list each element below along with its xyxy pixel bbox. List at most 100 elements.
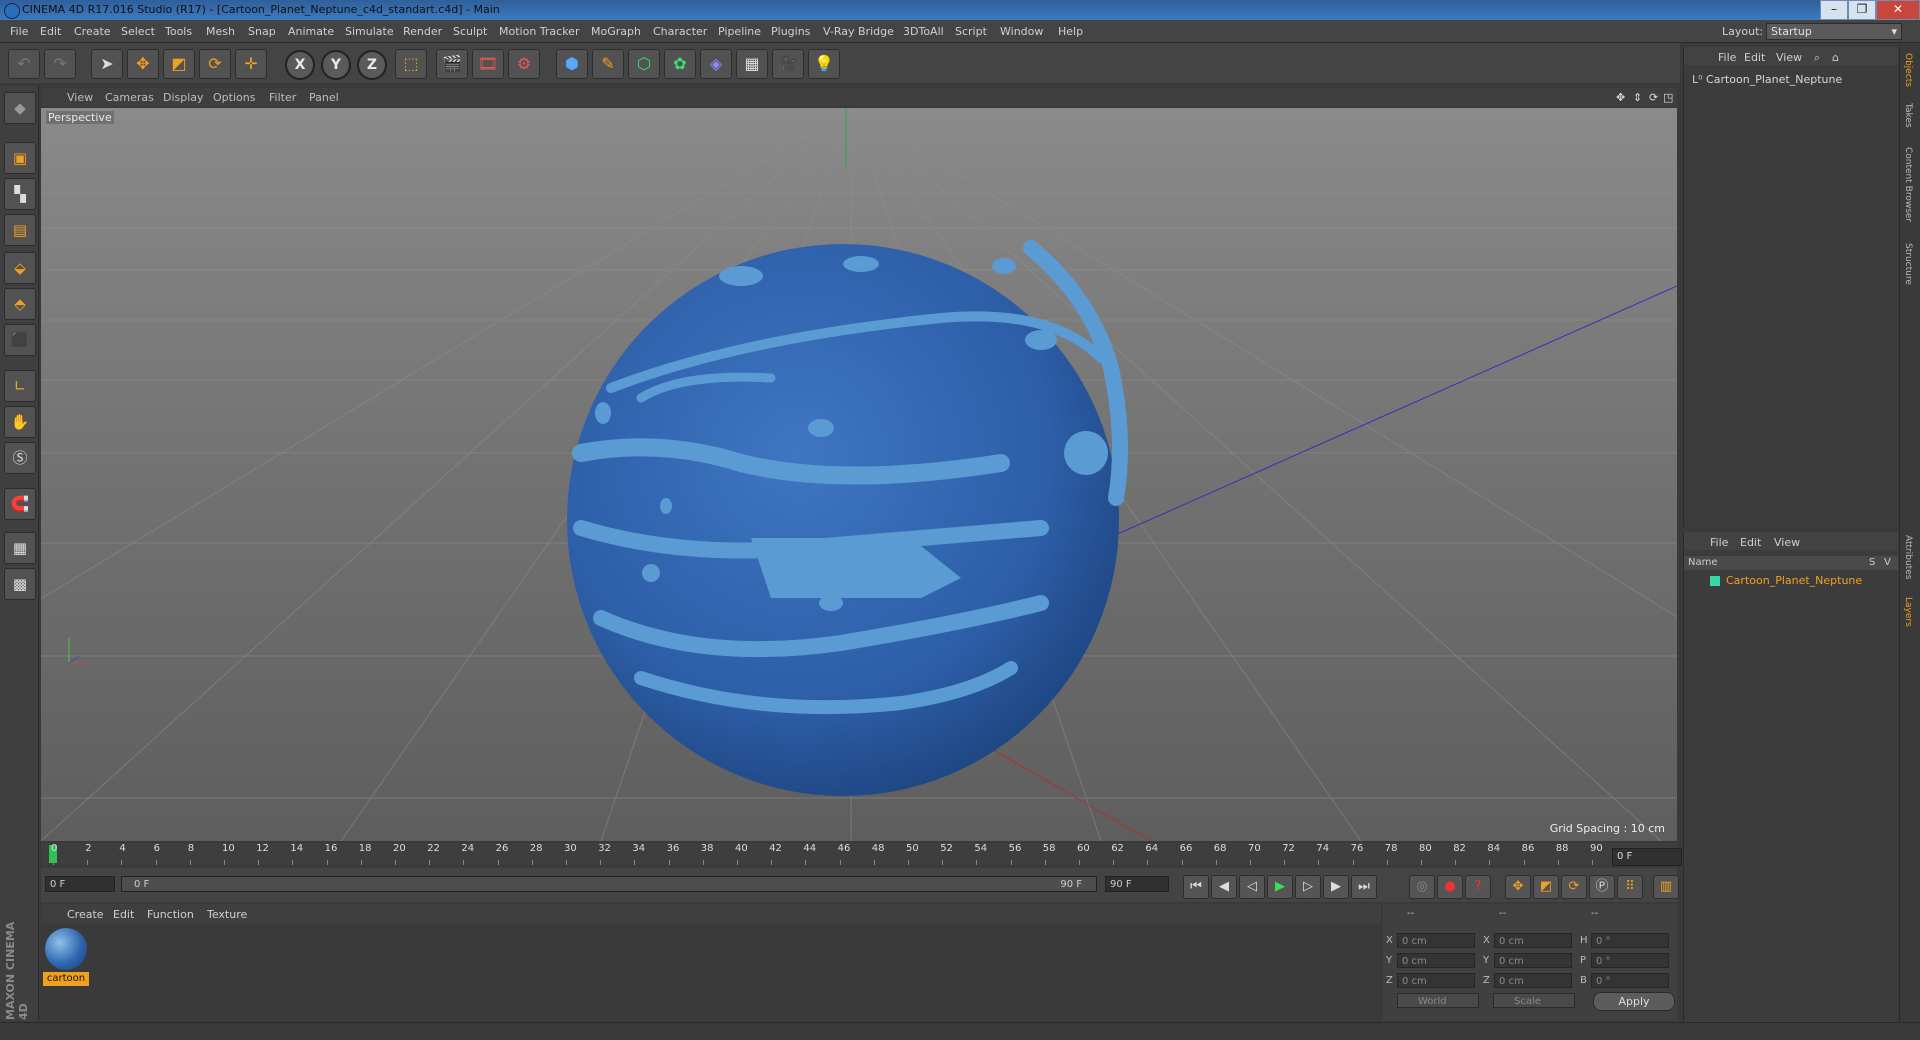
menu-edit[interactable]: Edit — [40, 25, 61, 38]
size-x-field[interactable]: 0 cm — [1494, 933, 1572, 948]
tab-structure[interactable]: Structure — [1903, 243, 1913, 285]
tab-content-browser[interactable]: Content Browser — [1903, 147, 1913, 222]
next-frame-icon[interactable]: ▷ — [1295, 875, 1321, 899]
rot-h-field[interactable]: 0 ° — [1591, 933, 1669, 948]
light-icon[interactable]: 💡 — [808, 49, 840, 79]
y-axis-lock-icon[interactable]: Y — [321, 50, 351, 80]
menu-script[interactable]: Script — [955, 25, 987, 38]
menu-select[interactable]: Select — [121, 25, 155, 38]
minimize-button[interactable]: – — [1820, 0, 1848, 20]
layer-color-swatch[interactable] — [1710, 576, 1720, 586]
render-picture-viewer-icon[interactable]: 🎞 — [472, 49, 504, 79]
material-name[interactable]: cartoon — [43, 972, 89, 986]
tab-objects[interactable]: Objects — [1903, 53, 1913, 87]
maximize-button[interactable]: ❐ — [1848, 0, 1876, 20]
menu-vray-bridge[interactable]: V-Ray Bridge — [823, 25, 894, 38]
tab-layers[interactable]: Layers — [1903, 597, 1913, 627]
apply-button[interactable]: Apply — [1593, 992, 1675, 1011]
layer-menu-view[interactable]: View — [1774, 536, 1800, 549]
menu-create[interactable]: Create — [74, 25, 111, 38]
object-menu-file[interactable]: File — [1718, 51, 1736, 64]
object-row[interactable]: L⁰ Cartoon_Planet_Neptune — [1692, 73, 1842, 86]
timeline-window-icon[interactable]: ▥ — [1653, 875, 1679, 899]
pos-y-field[interactable]: 0 cm — [1397, 953, 1475, 968]
timeline-ruler[interactable]: 0 2 4 6 8 10 12 14 16 18 20 22 24 26 28 30 32 34 36 38 40 42 4… — [41, 843, 1677, 865]
viewport-menu-panel[interactable]: Panel — [309, 91, 339, 104]
record-keys-icon[interactable]: ◎ — [1409, 875, 1435, 899]
menu-tools[interactable]: Tools — [165, 25, 192, 38]
deformer-icon[interactable]: ◈ — [700, 49, 732, 79]
model-mode-icon[interactable]: ▣ — [4, 142, 36, 174]
rotate-icon[interactable]: ⟳ — [199, 49, 231, 79]
render-settings-icon[interactable]: ⚙ — [508, 49, 540, 79]
viewport-rotate-icon[interactable]: ⟳ — [1649, 91, 1658, 104]
menu-pipeline[interactable]: Pipeline — [718, 25, 761, 38]
prev-key-icon[interactable]: ◀ — [1211, 875, 1237, 899]
keyframe-selection-icon[interactable]: ? — [1465, 875, 1491, 899]
size-y-field[interactable]: 0 cm — [1494, 953, 1572, 968]
prev-frame-icon[interactable]: ◁ — [1239, 875, 1265, 899]
x-axis-lock-icon[interactable]: X — [285, 50, 315, 80]
points-mode-icon[interactable]: ⬙ — [4, 252, 36, 284]
planar-workplane-icon[interactable]: ▩ — [4, 568, 36, 600]
planet-neptune-model[interactable] — [567, 240, 1128, 796]
current-frame-field[interactable]: 0 F — [1612, 848, 1682, 866]
goto-end-icon[interactable]: ⏭ — [1351, 875, 1377, 899]
size-z-field[interactable]: 0 cm — [1494, 973, 1572, 988]
menu-animate[interactable]: Animate — [288, 25, 334, 38]
cube-primitive-icon[interactable]: ⬢ — [556, 49, 588, 79]
size-mode-select[interactable]: Scale — [1493, 993, 1575, 1008]
snap-icon[interactable]: 🧲 — [4, 488, 36, 520]
solo-mode-icon[interactable]: Ⓢ — [4, 442, 36, 474]
material-menu-texture[interactable]: Texture — [207, 908, 247, 921]
perspective-viewport[interactable]: Perspective Grid Spacing : 10 cm — [41, 108, 1677, 841]
key-scale-icon[interactable]: ◩ — [1533, 875, 1559, 899]
workplane-lock-icon[interactable]: ▦ — [4, 532, 36, 564]
pos-x-field[interactable]: 0 cm — [1397, 933, 1475, 948]
object-menu-view[interactable]: View — [1776, 51, 1802, 64]
select-arrow-icon[interactable]: ➤ — [91, 49, 123, 79]
material-swatch[interactable] — [45, 928, 87, 970]
redo-icon[interactable]: ↷ — [44, 49, 76, 79]
key-parameter-icon[interactable]: Ⓟ — [1589, 875, 1615, 899]
viewport-move-icon[interactable]: ✥ — [1616, 91, 1625, 104]
start-frame-field[interactable]: 0 F — [45, 876, 115, 892]
home-icon[interactable]: ⌂ — [1832, 51, 1839, 64]
scale-icon[interactable]: ◩ — [163, 49, 195, 79]
key-pla-icon[interactable]: ⠿ — [1617, 875, 1643, 899]
menu-window[interactable]: Window — [1000, 25, 1043, 38]
axis-mode-icon[interactable]: ∟ — [4, 370, 36, 402]
viewport-menu-display[interactable]: Display — [163, 91, 204, 104]
menu-file[interactable]: File — [10, 25, 28, 38]
next-key-icon[interactable]: ▶ — [1323, 875, 1349, 899]
frame-range-slider[interactable]: 0 F 90 F — [121, 876, 1097, 892]
tab-attributes[interactable]: Attributes — [1903, 535, 1913, 579]
autokey-icon[interactable]: ● — [1437, 875, 1463, 899]
edges-mode-icon[interactable]: ⬘ — [4, 288, 36, 320]
material-menu-function[interactable]: Function — [147, 908, 194, 921]
coordinate-system-icon[interactable]: ⬚ — [395, 49, 427, 79]
viewport-menu-view[interactable]: View — [67, 91, 93, 104]
coordinate-space-select[interactable]: World — [1397, 993, 1479, 1008]
play-icon[interactable]: ▶ — [1267, 875, 1293, 899]
viewport-camera-label[interactable]: Perspective — [46, 111, 114, 124]
pen-spline-icon[interactable]: ✎ — [592, 49, 624, 79]
key-position-icon[interactable]: ✥ — [1505, 875, 1531, 899]
menu-plugins[interactable]: Plugins — [771, 25, 810, 38]
close-button[interactable]: ✕ — [1876, 0, 1920, 20]
layout-select[interactable]: Startup ▾ — [1766, 23, 1902, 40]
tab-takes[interactable]: Takes — [1903, 103, 1913, 128]
render-view-icon[interactable]: 🎬 — [436, 49, 468, 79]
menu-mesh[interactable]: Mesh — [206, 25, 235, 38]
viewport-menu-cameras[interactable]: Cameras — [105, 91, 154, 104]
cloner-icon[interactable]: ✿ — [664, 49, 696, 79]
viewport-menu-filter[interactable]: Filter — [269, 91, 296, 104]
object-menu-edit[interactable]: Edit — [1744, 51, 1765, 64]
make-editable-icon[interactable]: ◆ — [4, 92, 36, 124]
subdivision-icon[interactable]: ⬡ — [628, 49, 660, 79]
pos-z-field[interactable]: 0 cm — [1397, 973, 1475, 988]
layer-name[interactable]: Cartoon_Planet_Neptune — [1726, 574, 1862, 587]
menu-3dtoall[interactable]: 3DToAll — [903, 25, 944, 38]
menu-render[interactable]: Render — [403, 25, 442, 38]
material-menu-create[interactable]: Create — [67, 908, 104, 921]
